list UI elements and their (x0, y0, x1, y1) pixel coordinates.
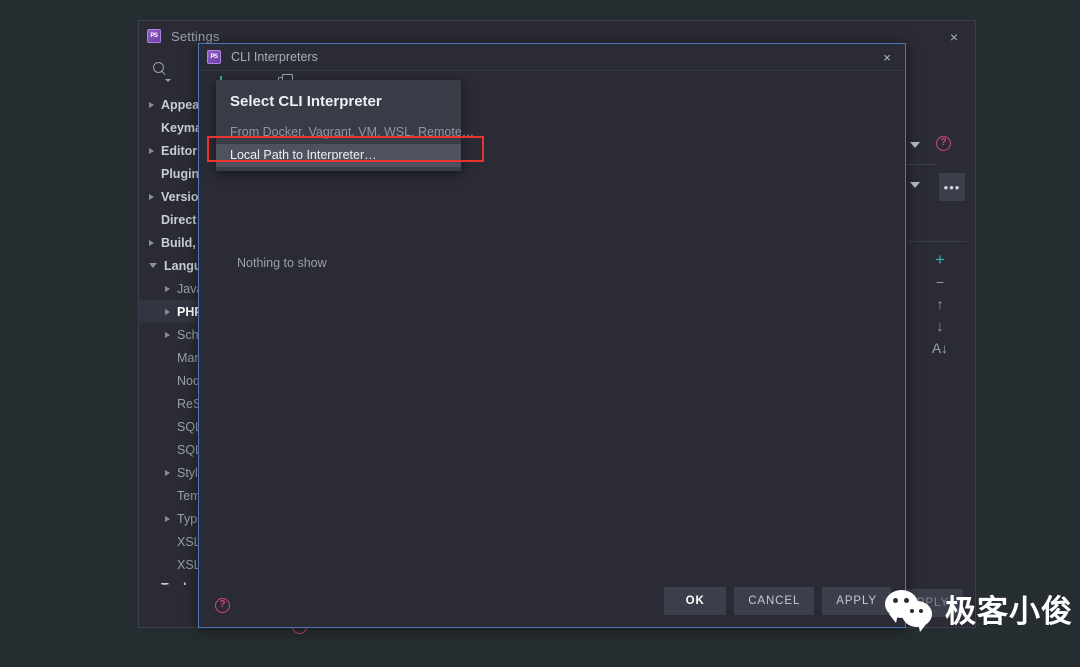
sidebar-item-label: Sch (177, 327, 199, 342)
apply-button[interactable]: APPLY (822, 587, 891, 615)
search-icon (151, 60, 169, 78)
browse-ellipsis-button[interactable]: ••• (939, 173, 965, 201)
sidebar-item-label: Nod (177, 373, 200, 388)
cancel-button[interactable]: CANCEL (734, 587, 815, 615)
sidebar-item-label: Typ (177, 511, 198, 526)
sort-alpha-icon[interactable]: A↓ (923, 337, 957, 359)
field-divider (905, 164, 937, 165)
sidebar-item-label: Langu (164, 258, 202, 273)
sidebar-item-label: Appea (161, 97, 200, 112)
sidebar-item-label: Plugin (161, 166, 200, 181)
settings-tool-column[interactable]: + − ↑ ↓ A↓ (923, 249, 957, 359)
wechat-eye-1 (893, 597, 898, 603)
interpreter-help-icon[interactable]: ? (936, 136, 951, 151)
chevron-down-icon-2[interactable] (910, 182, 920, 188)
sidebar-item-label: Direct (161, 212, 197, 227)
chevron-right-icon[interactable] (149, 147, 154, 154)
cli-help-icon[interactable]: ? (215, 598, 230, 613)
settings-close-button[interactable]: × (943, 27, 965, 47)
popup-bottom-pad (216, 167, 461, 171)
sidebar-item-label: Versio (161, 189, 199, 204)
wechat-eye-4 (919, 608, 923, 613)
add-icon[interactable]: + (923, 249, 957, 271)
sidebar-item-label: Styl (177, 465, 198, 480)
wechat-bubble-small (902, 600, 932, 632)
sidebar-item-label: Build, (161, 235, 196, 250)
cli-titlebar: PS CLI Interpreters (199, 44, 905, 71)
popup-heading: Select CLI Interpreter (230, 93, 382, 110)
popup-item-list[interactable]: From Docker, Vagrant, VM, WSL, Remote… Lo… (216, 121, 474, 167)
remove-icon[interactable]: − (923, 271, 957, 293)
phpstorm-icon: PS (147, 29, 161, 43)
sidebar-item-label: Editor (161, 143, 198, 158)
move-down-icon[interactable]: ↓ (923, 315, 957, 337)
cli-close-button[interactable]: × (877, 48, 897, 66)
cli-dialog-title: CLI Interpreters (231, 50, 318, 64)
chevron-right-icon[interactable] (165, 308, 170, 315)
watermark: 极客小俊 (885, 586, 1073, 632)
search-dropdown-caret-icon[interactable] (165, 79, 171, 82)
settings-title: Settings (171, 28, 220, 44)
chevron-right-icon[interactable] (149, 239, 154, 246)
chevron-right-icon[interactable] (149, 101, 154, 108)
ok-button[interactable]: OK (664, 587, 727, 615)
wechat-eye-3 (910, 608, 914, 613)
chevron-right-icon[interactable] (165, 285, 170, 292)
empty-state-text: Nothing to show (237, 256, 327, 270)
cli-dialog-footer[interactable]: OK CANCEL APPLY (664, 587, 891, 615)
move-up-icon[interactable]: ↑ (923, 293, 957, 315)
settings-right-panel: ? ••• + − ↑ ↓ A↓ (905, 51, 975, 585)
popup-item-remote[interactable]: From Docker, Vagrant, VM, WSL, Remote… (216, 121, 474, 144)
sidebar-item-label: Mar (177, 350, 199, 365)
phpstorm-icon-dialog: PS (207, 50, 221, 64)
sidebar-item-label: Keyma (161, 120, 202, 135)
watermark-text: 极客小俊 (945, 594, 1073, 630)
screenshot-root: PS Settings × Appea Keyma Editor Plugin Vers… (0, 0, 1080, 667)
chevron-down-icon[interactable] (149, 263, 157, 268)
chevron-right-icon[interactable] (165, 331, 170, 338)
chevron-right-icon[interactable] (165, 515, 170, 522)
popup-item-local[interactable]: Local Path to Interpreter… (216, 144, 461, 167)
sidebar-item-label: Tools (161, 581, 193, 586)
chevron-right-icon[interactable] (165, 469, 170, 476)
panel-divider (907, 241, 967, 242)
wechat-logo (885, 588, 937, 632)
chevron-down-icon-1[interactable] (910, 142, 920, 148)
select-interpreter-popup: Select CLI Interpreter From Docker, Vagr… (216, 80, 474, 171)
chevron-right-icon[interactable] (149, 193, 154, 200)
cli-interpreters-dialog: PS CLI Interpreters × Nothing to show ? … (198, 43, 906, 628)
chevron-right-icon[interactable] (149, 584, 154, 585)
wechat-eye-2 (904, 597, 909, 603)
